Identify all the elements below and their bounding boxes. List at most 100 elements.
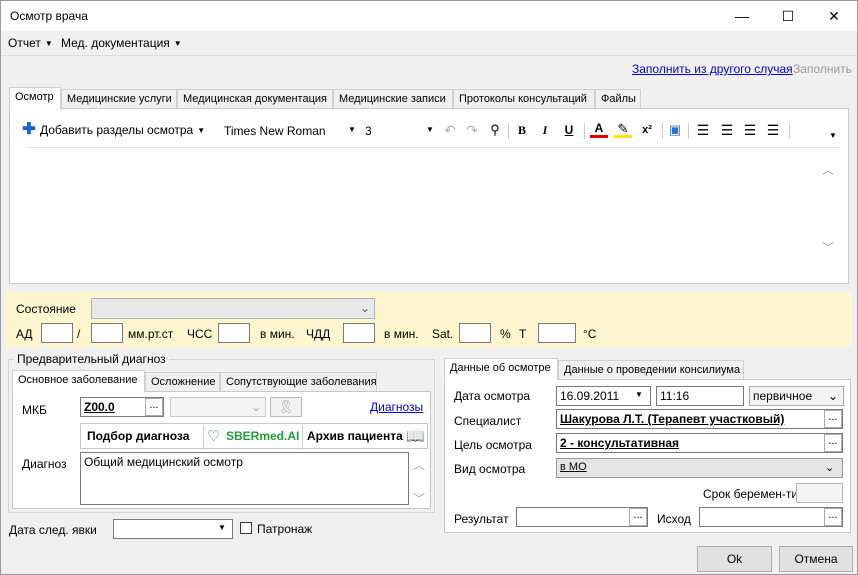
- align-left-icon[interactable]: ☰: [694, 119, 712, 141]
- ok-button[interactable]: Ok: [697, 546, 772, 572]
- ad-unit: мм.рт.ст: [128, 327, 174, 341]
- superscript-button[interactable]: x²: [638, 119, 656, 141]
- scroll-down-icon[interactable]: ﹀: [413, 490, 425, 507]
- sber-brand-logo[interactable]: SBERmed.AI: [226, 429, 299, 443]
- sat-unit: %: [500, 327, 511, 341]
- ad-slash: /: [77, 327, 81, 341]
- diagnoses-link[interactable]: Диагнозы: [370, 400, 423, 414]
- exam-text-area[interactable]: [26, 147, 840, 271]
- purpose-label: Цель осмотра: [454, 438, 532, 452]
- chevron-down-icon: ⌄: [251, 400, 262, 414]
- specialist-input[interactable]: Шакурова Л.Т. (Терапевт участковый): [556, 409, 843, 429]
- tab-concomitant[interactable]: Сопутствующие заболевания: [220, 372, 377, 392]
- tab-complication[interactable]: Осложнение: [145, 372, 220, 392]
- align-right-icon[interactable]: ☰: [741, 119, 759, 141]
- mkb-label: МКБ: [22, 403, 47, 417]
- state-select[interactable]: ⌄: [91, 298, 375, 319]
- exam-kind-value: в МО: [560, 461, 587, 473]
- exam-kind-label: Вид осмотра: [454, 462, 526, 476]
- outcome-lookup-button[interactable]: ...: [824, 508, 842, 526]
- next-visit-date-input[interactable]: ▼: [113, 519, 233, 539]
- bar-separator: [203, 425, 204, 449]
- tab-exam[interactable]: Осмотр: [9, 87, 61, 109]
- tab-consultation-protocols[interactable]: Протоколы консультаций: [453, 89, 595, 109]
- tab-exam-data[interactable]: Данные об осмотре: [444, 358, 558, 380]
- ad-diastolic-input[interactable]: [91, 323, 123, 343]
- highlight-icon[interactable]: ✎: [614, 119, 632, 138]
- tab-main-disease[interactable]: Основное заболевание: [12, 370, 145, 392]
- chevron-down-icon: ▼: [44, 39, 53, 48]
- align-center-icon[interactable]: ☰: [718, 119, 736, 141]
- exam-date-input[interactable]: 16.09.2011 ▼: [556, 386, 651, 406]
- exam-kind-select[interactable]: в МО ⌄: [556, 458, 843, 478]
- mkb-extra-select[interactable]: ⌄: [170, 397, 266, 417]
- toolbar-separator: [508, 123, 509, 139]
- window-title: Осмотр врача: [10, 9, 88, 23]
- undo-icon[interactable]: ↶: [442, 119, 458, 141]
- add-sections-dropdown[interactable]: Добавить разделы осмотра ▼: [40, 119, 222, 141]
- italic-button[interactable]: I: [537, 119, 553, 141]
- patronage-label: Патронаж: [257, 522, 313, 536]
- result-lookup-button[interactable]: ...: [629, 508, 647, 526]
- align-justify-icon[interactable]: ☰: [764, 119, 782, 141]
- tab-complication-label: Осложнение: [151, 376, 216, 388]
- minimize-button[interactable]: —: [719, 1, 765, 31]
- maximize-button[interactable]: ☐: [765, 1, 811, 31]
- sat-input[interactable]: [459, 323, 491, 343]
- pick-diagnosis-button[interactable]: Подбор диагноза: [87, 429, 189, 443]
- underline-button[interactable]: U: [561, 119, 577, 141]
- bold-button[interactable]: B: [514, 119, 530, 141]
- patient-archive-button[interactable]: Архив пациента: [307, 429, 403, 443]
- scroll-up-icon[interactable]: ︿: [822, 161, 834, 178]
- scroll-up-icon[interactable]: ︿: [413, 456, 425, 473]
- ok-button-label: Ok: [726, 552, 743, 566]
- outcome-label: Исход: [657, 512, 691, 526]
- pregnancy-term-input[interactable]: [796, 483, 843, 503]
- exam-time-input[interactable]: 11:16: [656, 386, 744, 406]
- find-binoculars-icon[interactable]: ⚲: [486, 119, 504, 141]
- chevron-down-icon: ▼: [197, 126, 206, 135]
- chevron-down-icon: ⌄: [360, 301, 371, 315]
- ad-systolic-input[interactable]: [41, 323, 73, 343]
- fill-from-other-case-link[interactable]: Заполнить из другого случая: [632, 62, 793, 76]
- mkb-lookup-button[interactable]: ...: [145, 398, 163, 416]
- tab-medical-documentation-label: Медицинская документация: [183, 93, 327, 105]
- close-button[interactable]: ✕: [811, 1, 857, 31]
- chdd-input[interactable]: [343, 323, 375, 343]
- tab-medical-services[interactable]: Медицинские услуги: [61, 89, 177, 109]
- ribbon-icon[interactable]: 🎗: [270, 397, 302, 417]
- minimize-icon: —: [735, 8, 749, 24]
- cancel-button[interactable]: Отмена: [779, 546, 853, 572]
- specialist-lookup-button[interactable]: ...: [824, 410, 842, 428]
- toolbar-overflow-icon[interactable]: ▼: [828, 125, 838, 147]
- tab-files[interactable]: Файлы: [595, 89, 641, 109]
- font-family-select[interactable]: Times New Roman ▼: [218, 121, 358, 141]
- purpose-input[interactable]: 2 - консультативная: [556, 433, 843, 453]
- outcome-input[interactable]: [699, 507, 843, 527]
- font-size-select[interactable]: 3 ▼: [360, 121, 436, 141]
- menu-report[interactable]: Отчет ▼: [8, 36, 53, 50]
- exam-time-value: 11:16: [660, 389, 690, 403]
- scroll-down-icon[interactable]: ﹀: [822, 239, 834, 256]
- temperature-input[interactable]: [538, 323, 576, 343]
- pregnancy-term-label: Срок беремен-ти: [703, 487, 799, 501]
- tab-medical-documentation[interactable]: Медицинская документация: [177, 89, 333, 109]
- purpose-lookup-button[interactable]: ...: [824, 434, 842, 452]
- menu-report-label: Отчет: [8, 36, 41, 50]
- menu-med-docs[interactable]: Мед. документация ▼: [61, 36, 182, 50]
- fill-link-disabled[interactable]: Заполнить: [793, 62, 852, 76]
- exam-type-value: первичное: [753, 389, 813, 403]
- toolbar-separator: [688, 123, 689, 139]
- ellipsis-icon: ...: [149, 399, 159, 411]
- exam-type-select[interactable]: первичное ⌄: [749, 386, 844, 406]
- tab-council-data[interactable]: Данные о проведении консилиума: [558, 360, 744, 380]
- redo-icon[interactable]: ↷: [464, 119, 480, 141]
- font-color-button[interactable]: A: [590, 119, 608, 138]
- insert-image-icon[interactable]: ▣: [666, 119, 684, 141]
- tab-medical-records[interactable]: Медицинские записи: [333, 89, 453, 109]
- patronage-checkbox[interactable]: [240, 522, 252, 534]
- diagnosis-textarea[interactable]: Общий медицинский осмотр: [80, 452, 409, 505]
- menu-divider: [1, 55, 857, 56]
- hss-input[interactable]: [218, 323, 250, 343]
- editor-panel: ✚ Добавить разделы осмотра ▼ Times New Ro…: [9, 108, 849, 284]
